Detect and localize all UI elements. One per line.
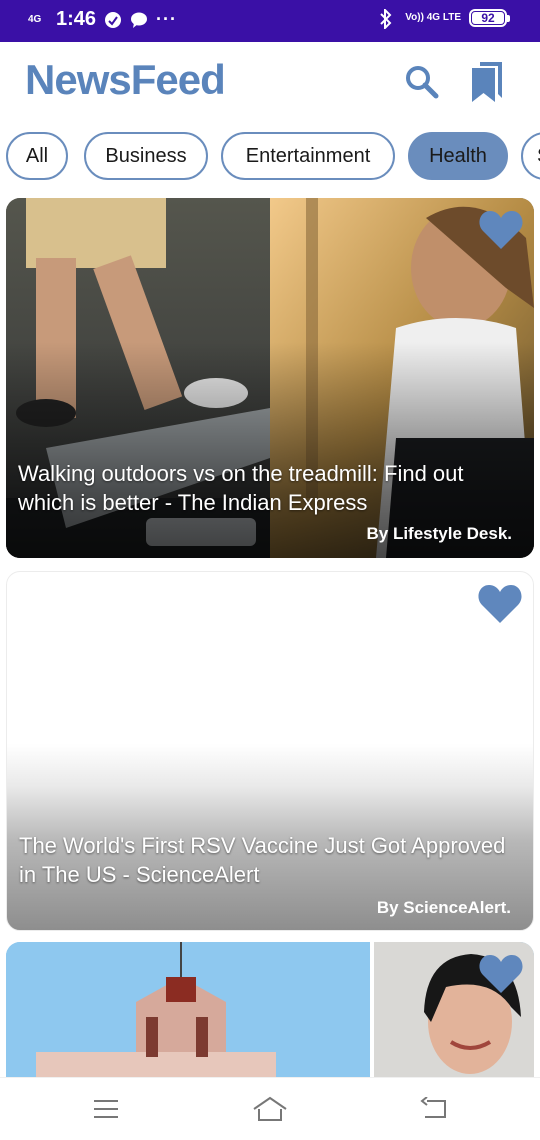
article-title[interactable]: The World's First RSV Vaccine Just Got A…	[19, 831, 515, 889]
chip-entertainment[interactable]: Entertainment	[221, 132, 395, 180]
category-chips: All Business Entertainment Health S	[0, 132, 540, 182]
status-right: Vo)) 4G LTE 92	[379, 9, 510, 29]
battery-level: 92	[472, 11, 504, 25]
system-nav-bar	[0, 1077, 540, 1140]
status-bar: 4G 1:46 ··· Vo)) 4G LTE 92	[0, 0, 540, 42]
article-author: By ScienceAlert.	[376, 898, 511, 917]
heart-icon[interactable]	[478, 208, 524, 250]
article-card[interactable]: The World's First RSV Vaccine Just Got A…	[6, 571, 534, 931]
article-card[interactable]	[6, 942, 534, 1082]
status-time: 1:46	[56, 8, 97, 30]
app-title: NewsFeed	[25, 56, 226, 103]
heart-icon[interactable]	[478, 952, 524, 994]
volte-indicator: Vo)) 4G LTE	[405, 12, 461, 23]
article-title[interactable]: Walking outdoors vs on the treadmill: Fi…	[18, 459, 516, 517]
whatsapp-icon	[104, 11, 122, 29]
chip-business[interactable]: Business	[84, 132, 208, 180]
search-icon[interactable]	[400, 60, 444, 104]
article-card[interactable]: Walking outdoors vs on the treadmill: Fi…	[6, 198, 534, 558]
more-notifications-icon: ···	[156, 9, 178, 29]
bluetooth-icon	[379, 9, 397, 29]
status-left: 4G 1:46 ···	[28, 8, 177, 31]
chip-health[interactable]: Health	[408, 132, 508, 180]
bookmark-icon[interactable]	[465, 58, 509, 106]
battery-icon: 92	[469, 9, 510, 27]
heart-icon[interactable]	[477, 582, 523, 624]
app-bar: NewsFeed	[0, 42, 540, 124]
chip-all[interactable]: All	[6, 132, 68, 180]
article-image	[6, 942, 534, 1082]
message-icon	[130, 11, 148, 29]
article-author: By Lifestyle Desk.	[366, 524, 512, 543]
menu-icon[interactable]	[86, 1094, 126, 1124]
back-icon[interactable]	[414, 1094, 454, 1124]
network-indicator: 4G	[28, 13, 42, 25]
home-icon[interactable]	[250, 1094, 290, 1124]
chip-sports[interactable]: S	[521, 132, 540, 180]
